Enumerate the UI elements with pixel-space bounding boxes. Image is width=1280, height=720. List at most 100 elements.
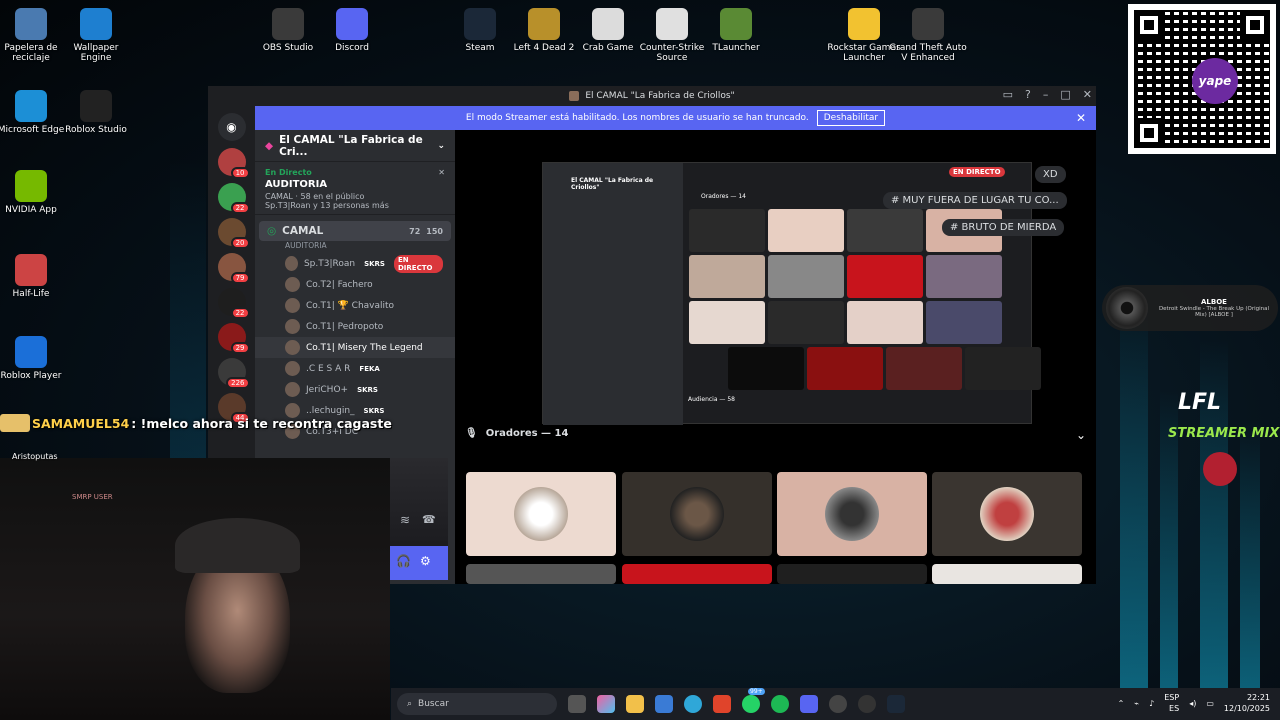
maximize-button[interactable]: □	[1060, 88, 1070, 101]
speaker-tile[interactable]	[466, 472, 616, 556]
steam-taskbar-icon[interactable]	[887, 695, 905, 713]
desktop-icon[interactable]: Roblox Player	[0, 336, 70, 381]
minimize-button[interactable]: –	[1043, 88, 1049, 101]
server-boost-icon: ◆	[265, 139, 274, 152]
now-playing-widget: ALBOE Detroit Swindle - The Break Up (Or…	[1102, 285, 1278, 331]
webcam-sign: SMRP USER	[72, 493, 113, 501]
speaker-tile[interactable]	[466, 564, 616, 584]
user-name: JeriCHO+	[306, 384, 349, 395]
mention-count-badge: 226	[226, 377, 250, 389]
server-icon[interactable]: 10	[217, 148, 250, 179]
server-icon[interactable]: 20	[217, 218, 250, 249]
speaker-tile[interactable]	[777, 564, 927, 584]
speaker-tile[interactable]	[932, 564, 1082, 584]
clock[interactable]: 22:21 12/10/2025	[1224, 692, 1270, 714]
whatsapp-icon[interactable]: 99+	[742, 688, 765, 713]
guild-header[interactable]: ◆ El CAMAL "La Fabrica de Cri... ⌄	[255, 130, 455, 162]
server-icon[interactable]: 79	[217, 253, 250, 284]
desktop-icon-label: Roblox Player	[0, 371, 62, 381]
soundwave-icon[interactable]: ≋	[400, 513, 410, 527]
stream-inner-audiencia: Audiencia — 58	[688, 396, 735, 403]
file-explorer-icon[interactable]	[626, 695, 644, 713]
desktop-icon[interactable]: Roblox Studio	[57, 90, 135, 135]
obs-icon	[272, 8, 304, 40]
mic-icon[interactable]: ♪	[1149, 699, 1154, 708]
settings-gear-icon[interactable]: ⚙	[420, 554, 431, 568]
collapse-chevron-icon[interactable]: ⌄	[1076, 428, 1086, 442]
voice-user[interactable]: Co.T2| Fachero	[255, 274, 455, 295]
streamer-mode-banner: El modo Streamer está habilitado. Los no…	[255, 106, 1096, 130]
desktop-icon[interactable]: Grand Theft Auto V Enhanced	[889, 8, 967, 63]
speaker-tile[interactable]	[777, 472, 927, 556]
live-channel-name: AUDITORIA	[265, 179, 328, 190]
disable-streamer-mode-button[interactable]: Deshabilitar	[816, 110, 886, 126]
desktop-icon[interactable]: Half-Life	[0, 254, 70, 299]
stream-tile	[847, 301, 923, 344]
mention-count-badge: 10	[230, 167, 250, 179]
chat-badge-icon	[0, 414, 30, 432]
speaker-tile[interactable]	[622, 564, 772, 584]
app-taskbar-icon[interactable]	[858, 695, 876, 713]
stream-tile	[847, 209, 923, 252]
stream-chat-chip: # BRUTO DE MIERDA	[942, 219, 1065, 236]
chevron-up-icon[interactable]: ⌃	[1118, 699, 1125, 708]
desktop-icon[interactable]: NVIDIA App	[0, 170, 70, 215]
desktop-icon[interactable]: Wallpaper Engine	[57, 8, 135, 63]
server-icon[interactable]: 22	[217, 288, 250, 319]
live-badge: EN DIRECTO	[393, 254, 443, 273]
headphones-icon[interactable]: 🎧	[396, 554, 411, 568]
voice-user[interactable]: .C E S A R FEKA	[255, 358, 455, 379]
close-button[interactable]: ✕	[1083, 88, 1092, 101]
voice-user[interactable]: JeriCHO+ SKRS	[255, 379, 455, 400]
voice-user[interactable]: Co.T1| Misery The Legend	[255, 337, 455, 358]
server-icon[interactable]: 22	[217, 183, 250, 214]
help-icon[interactable]: ?	[1025, 88, 1031, 101]
speaker-tile[interactable]	[932, 472, 1082, 556]
speakers-header[interactable]: 🎙 Oradores — 14	[465, 428, 568, 439]
speaker-tile[interactable]	[622, 472, 772, 556]
tlauncher-icon	[720, 8, 752, 40]
close-banner-icon[interactable]: ✕	[1076, 111, 1086, 125]
speaker-avatar	[825, 487, 879, 541]
chevron-down-icon: ⌄	[437, 140, 445, 151]
network-icon[interactable]: ⌁	[1134, 699, 1139, 708]
store-icon[interactable]	[655, 695, 673, 713]
volume-icon[interactable]: ◂)	[1189, 699, 1196, 708]
qr-code: yape	[1128, 4, 1276, 154]
language-indicator[interactable]: ESP ES	[1164, 692, 1179, 714]
spotify-icon[interactable]	[771, 695, 789, 713]
battery-icon[interactable]: ▭	[1206, 699, 1214, 708]
user-name: Co.T1| Pedropoto	[306, 321, 384, 332]
brave-icon[interactable]	[713, 695, 731, 713]
half-life-icon	[15, 254, 47, 286]
close-live-icon[interactable]: ✕	[438, 168, 445, 177]
server-icon[interactable]: 29	[217, 323, 250, 354]
copilot-icon[interactable]	[597, 695, 615, 713]
recycle-bin-icon	[15, 8, 47, 40]
desktop-icon-label: TLauncher	[712, 43, 760, 53]
desktop-icon[interactable]: TLauncher	[697, 8, 775, 53]
voice-user[interactable]: Sp.T3|Roan SKRS EN DIRECTO	[255, 253, 455, 274]
discord-icon	[336, 8, 368, 40]
steam-icon	[464, 8, 496, 40]
desktop-icon-label: NVIDIA App	[5, 205, 57, 215]
inbox-icon[interactable]: ▭	[1003, 88, 1013, 101]
edge-taskbar-icon[interactable]	[684, 695, 702, 713]
search-box[interactable]: ⌕ Buscar	[397, 693, 557, 715]
task-view-icon[interactable]	[568, 695, 586, 713]
discord-home-icon[interactable]: ◉	[217, 113, 246, 141]
stage-channel-camal[interactable]: ◎ CAMAL 72 150	[259, 221, 451, 241]
clan-tag: SKRS	[364, 259, 385, 268]
voice-user[interactable]: Co.T1| 🏆 Chavalito	[255, 295, 455, 316]
obs-taskbar-icon[interactable]	[829, 695, 847, 713]
stream-chat-chip: # MUY FUERA DE LUGAR TU CO...	[883, 192, 1067, 209]
server-icon[interactable]: 226	[217, 358, 250, 389]
voice-user[interactable]: Co.T1| Pedropoto	[255, 316, 455, 337]
avatar	[285, 319, 300, 334]
live-stage-panel[interactable]: En Directo ✕ AUDITORIA CAMAL · 58 en el …	[255, 162, 455, 215]
avatar	[285, 256, 298, 271]
disconnect-icon[interactable]: ☎	[422, 513, 436, 526]
desktop-icon[interactable]: Discord	[313, 8, 391, 53]
discord-taskbar-icon[interactable]	[800, 695, 818, 713]
live-people: Sp.T3|Roan y 13 personas más	[265, 201, 389, 210]
